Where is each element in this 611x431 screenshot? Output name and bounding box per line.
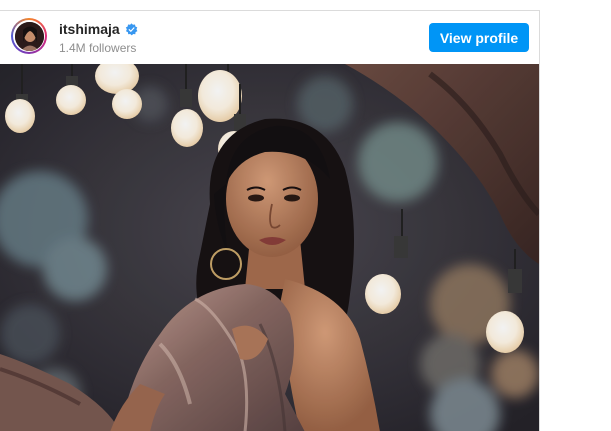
avatar[interactable] <box>11 18 47 54</box>
instagram-embed-card: itshimaja 1.4M followers View profile <box>0 10 540 431</box>
verified-badge-icon <box>125 22 138 36</box>
username-link[interactable]: itshimaja <box>59 21 120 37</box>
followers-count: 1.4M followers <box>59 41 137 55</box>
username-row: itshimaja <box>59 21 138 37</box>
avatar-border <box>13 20 45 52</box>
avatar-photo <box>14 21 44 51</box>
embed-header: itshimaja 1.4M followers View profile <box>0 11 539 64</box>
view-profile-button[interactable]: View profile <box>429 23 529 52</box>
page: itshimaja 1.4M followers View profile <box>0 0 611 431</box>
post-photo[interactable] <box>0 64 539 431</box>
